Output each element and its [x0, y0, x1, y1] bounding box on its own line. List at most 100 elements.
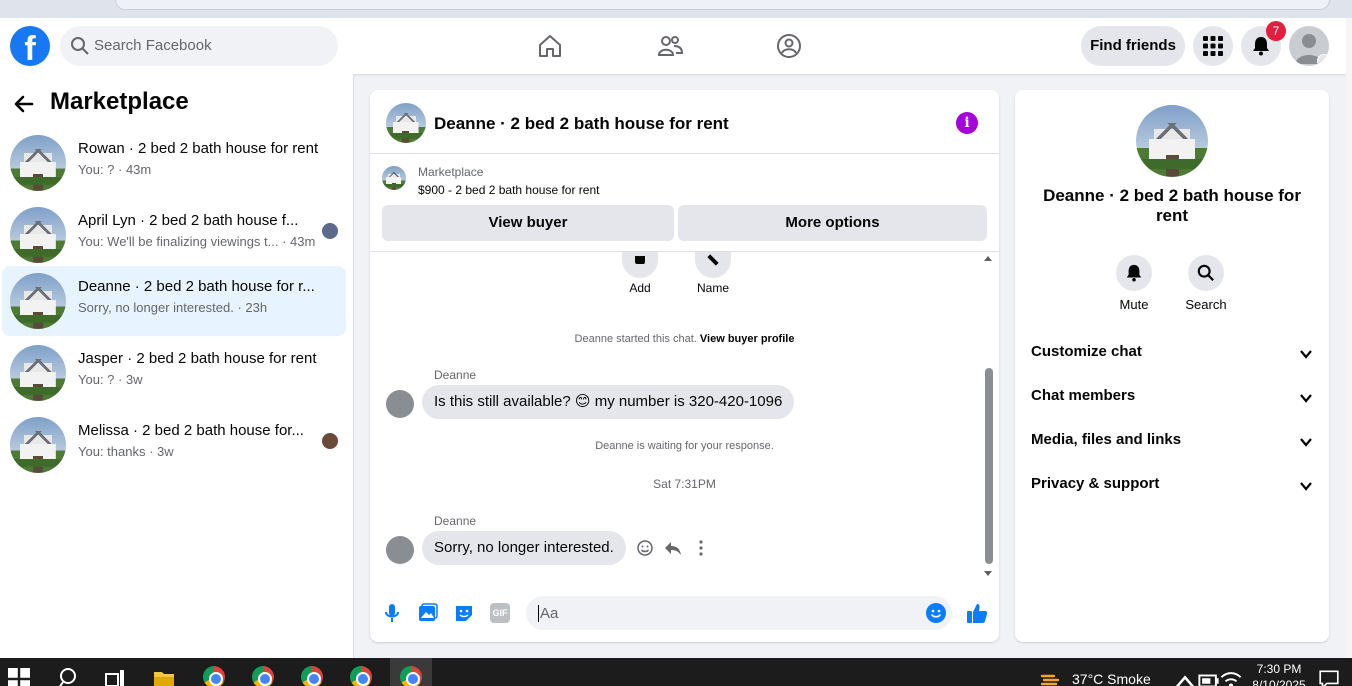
- windows-taskbar: 37°C Smoke 7:30 PM 8/10/2025: [0, 658, 1352, 686]
- groups-icon[interactable]: [775, 32, 803, 60]
- listing-house-thumbnail: [10, 207, 66, 263]
- weather-text[interactable]: 37°C Smoke: [1072, 671, 1151, 686]
- chrome-icon[interactable]: [252, 666, 274, 686]
- conversation-preview: You: thanks · 3w: [78, 444, 174, 459]
- scrollbar-thumb[interactable]: [985, 368, 993, 564]
- sender-avatar[interactable]: [386, 536, 414, 564]
- search-in-chat-button[interactable]: Search: [1176, 255, 1236, 312]
- friends-icon[interactable]: [656, 32, 684, 60]
- clock-time[interactable]: 7:30 PM: [1250, 662, 1308, 676]
- message-thread: Add Name Deanne started this chat. View …: [370, 252, 999, 582]
- conversation-item[interactable]: Rowan · 2 bed 2 bath house for rent You:…: [2, 128, 346, 198]
- listing-house-thumbnail: [10, 345, 66, 401]
- listing-house-thumbnail: [10, 417, 66, 473]
- conversation-item[interactable]: Melissa · 2 bed 2 bath house for... You:…: [2, 410, 346, 480]
- address-bar[interactable]: [115, 0, 1330, 10]
- chat-title[interactable]: Deanne · 2 bed 2 bath house for rent: [434, 114, 729, 134]
- view-buyer-profile-link[interactable]: View buyer profile: [700, 333, 795, 345]
- pencil-icon: [695, 252, 731, 278]
- search-label: Search: [1185, 297, 1227, 312]
- person-add-icon: [622, 252, 658, 278]
- chat-header: Deanne · 2 bed 2 bath house for rent i: [370, 90, 999, 154]
- listing-detail[interactable]: $900 - 2 bed 2 bath house for rent: [418, 183, 599, 197]
- react-emoji-icon[interactable]: [636, 539, 654, 557]
- conversation-name: Rowan · 2 bed 2 bath house for rent: [78, 140, 319, 157]
- reply-icon[interactable]: [664, 539, 682, 557]
- menu-button[interactable]: [1193, 26, 1233, 66]
- listing-house-thumbnail[interactable]: [386, 103, 426, 143]
- more-vertical-icon[interactable]: [692, 539, 710, 557]
- search-icon: [1197, 264, 1214, 281]
- thread-scrollbar[interactable]: [983, 256, 993, 578]
- account-avatar[interactable]: ⌄: [1289, 26, 1329, 66]
- microphone-icon[interactable]: [382, 603, 402, 623]
- chrome-icon[interactable]: [203, 666, 225, 686]
- chat-members-section[interactable]: Chat members: [1031, 387, 1313, 411]
- chevron-down-icon: [1300, 350, 1312, 359]
- name-action[interactable]: Name: [693, 252, 733, 295]
- listing-house-image[interactable]: [1136, 105, 1208, 177]
- photo-icon[interactable]: [418, 603, 438, 623]
- emoji-icon[interactable]: [926, 603, 946, 623]
- privacy-support-section[interactable]: Privacy & support: [1031, 475, 1313, 499]
- chevron-down-icon: [1300, 394, 1312, 403]
- sticker-icon[interactable]: [454, 603, 474, 623]
- chrome-icon[interactable]: [350, 666, 372, 686]
- browser-chrome-strip: [0, 0, 1352, 18]
- conversation-item[interactable]: April Lyn · 2 bed 2 bath house f... You:…: [2, 200, 346, 270]
- search-placeholder: Search Facebook: [94, 37, 212, 54]
- back-arrow-icon[interactable]: [12, 92, 36, 116]
- battery-icon[interactable]: [1198, 670, 1220, 686]
- page-title: Marketplace: [50, 88, 189, 115]
- waiting-notice: Deanne is waiting for your response.: [595, 440, 774, 452]
- chat-details-panel: Deanne · 2 bed 2 bath house for rent Mut…: [1015, 90, 1329, 642]
- weather-smoke-icon[interactable]: [1040, 668, 1062, 686]
- search-icon[interactable]: [57, 667, 79, 686]
- conversation-preview: You: We'll be finalizing viewings t... ·…: [78, 234, 316, 249]
- mute-button[interactable]: Mute: [1104, 255, 1164, 312]
- message-bubble[interactable]: Sorry, no longer interested.: [422, 531, 626, 565]
- section-label: Chat members: [1031, 387, 1136, 404]
- thumbs-up-icon[interactable]: [966, 602, 988, 624]
- file-explorer-icon[interactable]: [153, 668, 175, 686]
- scroll-down-arrow-icon[interactable]: [983, 570, 993, 578]
- conversation-name: April Lyn · 2 bed 2 bath house f...: [78, 212, 299, 229]
- facebook-logo[interactable]: f: [10, 26, 50, 66]
- info-icon[interactable]: i: [956, 112, 978, 134]
- find-friends-button[interactable]: Find friends: [1081, 26, 1185, 66]
- message-input[interactable]: Aa: [526, 596, 952, 630]
- scroll-up-arrow-icon[interactable]: [983, 254, 993, 262]
- conversation-item[interactable]: Jasper · 2 bed 2 bath house for rent You…: [2, 338, 346, 408]
- chrome-icon[interactable]: [301, 666, 323, 686]
- sender-avatar[interactable]: [386, 390, 414, 418]
- gif-icon[interactable]: GIF: [490, 603, 510, 623]
- task-view-icon[interactable]: [104, 668, 126, 686]
- chevron-down-icon: ⌄: [1317, 54, 1329, 66]
- wifi-icon[interactable]: [1220, 669, 1242, 686]
- chat-window: Deanne · 2 bed 2 bath house for rent i M…: [370, 90, 999, 642]
- section-label: Media, files and links: [1031, 431, 1182, 448]
- chevron-down-icon: [1300, 438, 1312, 447]
- message-bubble[interactable]: Is this still available? 😊 my number is …: [422, 385, 795, 419]
- facebook-top-bar: f Search Facebook Find friends 7 ⌄: [0, 18, 1346, 74]
- windows-start-icon[interactable]: [8, 668, 30, 686]
- chevron-up-icon[interactable]: [1174, 671, 1196, 686]
- chat-started-notice: Deanne started this chat. View buyer pro…: [370, 333, 999, 345]
- more-options-button[interactable]: More options: [678, 205, 987, 241]
- search-icon: [71, 37, 89, 55]
- view-buyer-button[interactable]: View buyer: [382, 205, 674, 241]
- chrome-icon-active[interactable]: [400, 666, 422, 686]
- conversation-item-active[interactable]: Deanne · 2 bed 2 bath house for r... Sor…: [2, 266, 346, 336]
- home-icon[interactable]: [536, 32, 564, 60]
- search-input[interactable]: Search Facebook: [60, 26, 338, 66]
- clock-date[interactable]: 8/10/2025: [1250, 678, 1308, 686]
- bell-icon: [1253, 37, 1269, 56]
- name-label: Name: [696, 281, 729, 295]
- conversation-name: Melissa · 2 bed 2 bath house for...: [78, 422, 304, 439]
- add-action[interactable]: Add: [622, 252, 658, 295]
- customize-chat-section[interactable]: Customize chat: [1031, 343, 1313, 367]
- media-files-links-section[interactable]: Media, files and links: [1031, 431, 1313, 455]
- page-scrollbar[interactable]: [1346, 18, 1352, 658]
- listing-source: Marketplace: [418, 165, 484, 179]
- notification-center-icon[interactable]: [1318, 668, 1340, 686]
